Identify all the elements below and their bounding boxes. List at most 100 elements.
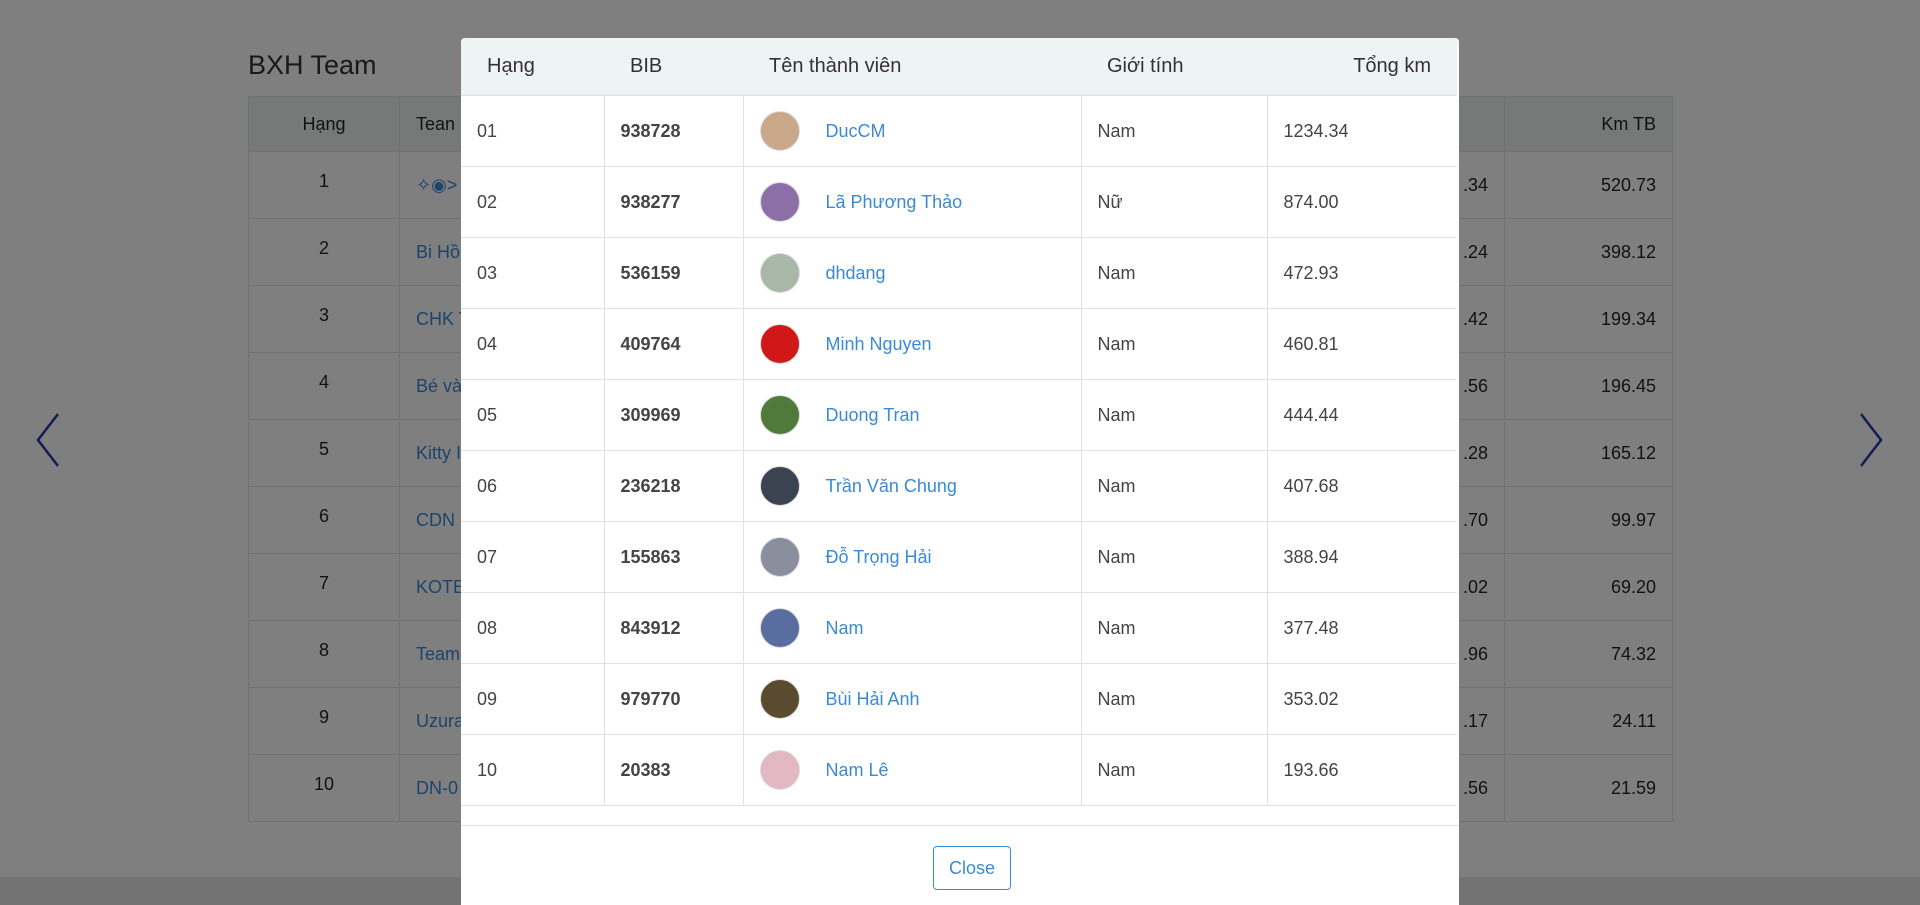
member-cell: Nam Lê xyxy=(742,734,1082,806)
member-info: DucCM xyxy=(759,111,1065,151)
member-gender: Nam xyxy=(1080,521,1268,593)
member-rank: 06 xyxy=(461,450,605,522)
member-total-km: 193.66 xyxy=(1266,734,1457,806)
member-name-link[interactable]: Lã Phương Thảo xyxy=(826,192,963,213)
member-name-link[interactable]: Nam Lê xyxy=(826,760,889,781)
member-rank: 03 xyxy=(461,237,605,309)
avatar[interactable] xyxy=(759,395,800,435)
member-row: 08 843912 Nam Nam 377.48 xyxy=(461,592,1457,664)
member-info: Đỗ Trọng Hải xyxy=(759,537,1065,577)
modal-footer: Close xyxy=(461,825,1459,905)
member-name-link[interactable]: Minh Nguyen xyxy=(826,334,932,355)
member-gender: Nam xyxy=(1080,237,1268,309)
member-bib: 938277 xyxy=(603,166,744,238)
members-body: 01 938728 DucCM Nam 1234.34 02 938277 Lã Phương… xyxy=(461,95,1457,806)
member-cell: Minh Nguyen xyxy=(742,308,1082,380)
avatar[interactable] xyxy=(759,253,800,293)
member-bib: 843912 xyxy=(603,592,744,664)
member-bib: 409764 xyxy=(603,308,744,380)
member-row: 10 20383 Nam Lê Nam 193.66 xyxy=(461,734,1457,806)
member-bib: 536159 xyxy=(603,237,744,309)
member-bib: 155863 xyxy=(603,521,744,593)
member-rank: 08 xyxy=(461,592,605,664)
member-row: 05 309969 Duong Tran Nam 444.44 xyxy=(461,379,1457,451)
member-total-km: 388.94 xyxy=(1266,521,1457,593)
member-info: Bùi Hải Anh xyxy=(759,679,1065,719)
member-bib: 938728 xyxy=(603,95,744,167)
member-total-km: 472.93 xyxy=(1266,237,1457,309)
member-bib: 309969 xyxy=(603,379,744,451)
column-header-member: Tên thành viên xyxy=(743,38,1081,96)
member-bib: 236218 xyxy=(603,450,744,522)
member-row: 09 979770 Bùi Hải Anh Nam 353.02 xyxy=(461,663,1457,735)
member-rank: 10 xyxy=(461,734,605,806)
member-cell: Đỗ Trọng Hải xyxy=(742,521,1082,593)
member-bib: 979770 xyxy=(603,663,744,735)
member-total-km: 353.02 xyxy=(1266,663,1457,735)
member-row: 06 236218 Trần Văn Chung Nam 407.68 xyxy=(461,450,1457,522)
member-row: 03 536159 dhdang Nam 472.93 xyxy=(461,237,1457,309)
member-cell: Duong Tran xyxy=(742,379,1082,451)
avatar[interactable] xyxy=(759,608,800,648)
column-header-total-km: Tổng km xyxy=(1267,38,1457,96)
member-gender: Nam xyxy=(1080,379,1268,451)
member-name-link[interactable]: Duong Tran xyxy=(826,405,920,426)
avatar[interactable] xyxy=(759,537,800,577)
member-gender: Nam xyxy=(1080,95,1268,167)
member-row: 01 938728 DucCM Nam 1234.34 xyxy=(461,95,1457,167)
member-rank: 02 xyxy=(461,166,605,238)
column-header-rank: Hạng xyxy=(461,38,604,96)
member-total-km: 1234.34 xyxy=(1266,95,1457,167)
close-button[interactable]: Close xyxy=(933,846,1011,890)
member-info: Trần Văn Chung xyxy=(759,466,1065,506)
avatar[interactable] xyxy=(759,324,800,364)
member-total-km: 460.81 xyxy=(1266,308,1457,380)
member-total-km: 874.00 xyxy=(1266,166,1457,238)
avatar[interactable] xyxy=(759,679,800,719)
member-gender: Nam xyxy=(1080,734,1268,806)
member-row: 04 409764 Minh Nguyen Nam 460.81 xyxy=(461,308,1457,380)
member-rank: 04 xyxy=(461,308,605,380)
member-info: Lã Phương Thảo xyxy=(759,182,1065,222)
member-cell: Trần Văn Chung xyxy=(742,450,1082,522)
member-name-link[interactable]: Trần Văn Chung xyxy=(826,476,957,497)
member-rank: 05 xyxy=(461,379,605,451)
member-rank: 01 xyxy=(461,95,605,167)
member-cell: DucCM xyxy=(742,95,1082,167)
avatar[interactable] xyxy=(759,111,800,151)
members-table: Hạng BIB Tên thành viên Giới tính Tổng k… xyxy=(461,38,1457,806)
member-total-km: 377.48 xyxy=(1266,592,1457,664)
member-name-link[interactable]: Nam xyxy=(826,618,864,639)
member-row: 02 938277 Lã Phương Thảo Nữ 874.00 xyxy=(461,166,1457,238)
column-header-bib: BIB xyxy=(604,38,743,96)
avatar[interactable] xyxy=(759,182,800,222)
member-gender: Nam xyxy=(1080,592,1268,664)
member-cell: Bùi Hải Anh xyxy=(742,663,1082,735)
team-members-modal: Hạng BIB Tên thành viên Giới tính Tổng k… xyxy=(461,38,1459,905)
member-gender: Nam xyxy=(1080,663,1268,735)
member-name-link[interactable]: Đỗ Trọng Hải xyxy=(826,547,932,568)
member-total-km: 444.44 xyxy=(1266,379,1457,451)
member-total-km: 407.68 xyxy=(1266,450,1457,522)
member-info: Duong Tran xyxy=(759,395,1065,435)
member-cell: Nam xyxy=(742,592,1082,664)
member-rank: 07 xyxy=(461,521,605,593)
member-info: Nam Lê xyxy=(759,750,1065,790)
members-header-row: Hạng BIB Tên thành viên Giới tính Tổng k… xyxy=(461,38,1457,96)
member-cell: dhdang xyxy=(742,237,1082,309)
member-info: dhdang xyxy=(759,253,1065,293)
member-name-link[interactable]: dhdang xyxy=(826,263,886,284)
member-gender: Nữ xyxy=(1080,166,1268,238)
member-info: Minh Nguyen xyxy=(759,324,1065,364)
member-info: Nam xyxy=(759,608,1065,648)
member-cell: Lã Phương Thảo xyxy=(742,166,1082,238)
member-gender: Nam xyxy=(1080,450,1268,522)
member-bib: 20383 xyxy=(603,734,744,806)
member-name-link[interactable]: DucCM xyxy=(826,121,886,142)
avatar[interactable] xyxy=(759,466,800,506)
member-gender: Nam xyxy=(1080,308,1268,380)
column-header-gender: Giới tính xyxy=(1081,38,1267,96)
avatar[interactable] xyxy=(759,750,800,790)
member-rank: 09 xyxy=(461,663,605,735)
member-name-link[interactable]: Bùi Hải Anh xyxy=(826,689,920,710)
